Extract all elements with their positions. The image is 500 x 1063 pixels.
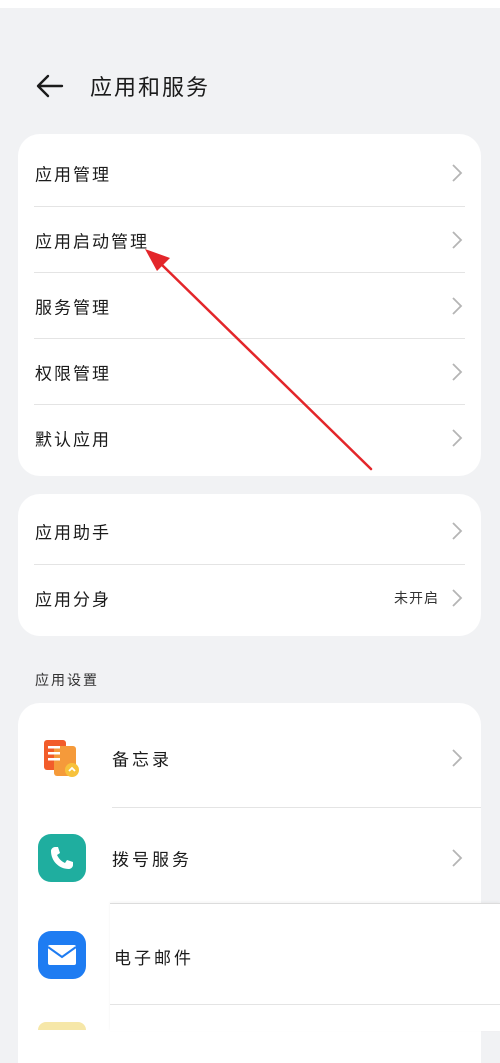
chevron-right-icon: [452, 164, 463, 182]
app-icon-partial: [38, 1022, 86, 1030]
dialer-app-item[interactable]: 拨号服务: [18, 808, 481, 908]
app-management-card: 应用管理 应用启动管理 服务管理 权限管理 默认应用: [18, 134, 481, 476]
item-label: 应用助手: [35, 523, 111, 544]
default-apps-item[interactable]: 默认应用: [18, 405, 481, 471]
app-management-item[interactable]: 应用管理: [18, 140, 481, 206]
email-app-icon: [38, 931, 86, 979]
chevron-right-icon: [452, 589, 463, 607]
divider: [110, 1004, 500, 1005]
arrow-left-icon[interactable]: [34, 70, 66, 102]
item-label: 备忘录: [112, 750, 172, 771]
status-value: 未开启: [394, 591, 439, 607]
chevron-right-icon: [452, 522, 463, 540]
item-label: 权限管理: [35, 364, 111, 385]
status-bar-area: [0, 0, 500, 8]
page-header: 应用和服务: [0, 56, 500, 116]
app-launch-management-item[interactable]: 应用启动管理: [18, 207, 481, 273]
dialer-app-icon: [38, 834, 86, 882]
permission-management-item[interactable]: 权限管理: [18, 339, 481, 405]
item-label: 拨号服务: [112, 850, 192, 871]
notes-app-icon: [44, 740, 79, 777]
section-title-app-settings: 应用设置: [35, 673, 99, 689]
app-assistant-card: 应用助手 应用分身 未开启: [18, 494, 481, 636]
item-label: 应用管理: [35, 165, 111, 186]
app-assistant-item[interactable]: 应用助手: [18, 498, 481, 564]
app-twin-item[interactable]: 应用分身 未开启: [18, 565, 481, 631]
notes-app-item[interactable]: 备忘录: [18, 708, 481, 808]
chevron-right-icon: [452, 849, 463, 867]
chevron-right-icon: [452, 429, 463, 447]
chevron-right-icon: [452, 363, 463, 381]
email-app-item[interactable]: 电子邮件: [110, 903, 500, 1031]
chevron-right-icon: [452, 749, 463, 767]
item-label: 电子邮件: [114, 949, 194, 969]
item-label: 默认应用: [35, 430, 111, 451]
chevron-right-icon: [452, 231, 463, 249]
item-label: 服务管理: [35, 298, 111, 319]
page-title: 应用和服务: [90, 76, 211, 101]
item-label: 应用分身: [35, 590, 111, 611]
chevron-right-icon: [452, 297, 463, 315]
service-management-item[interactable]: 服务管理: [18, 273, 481, 339]
item-label: 应用启动管理: [35, 232, 149, 253]
